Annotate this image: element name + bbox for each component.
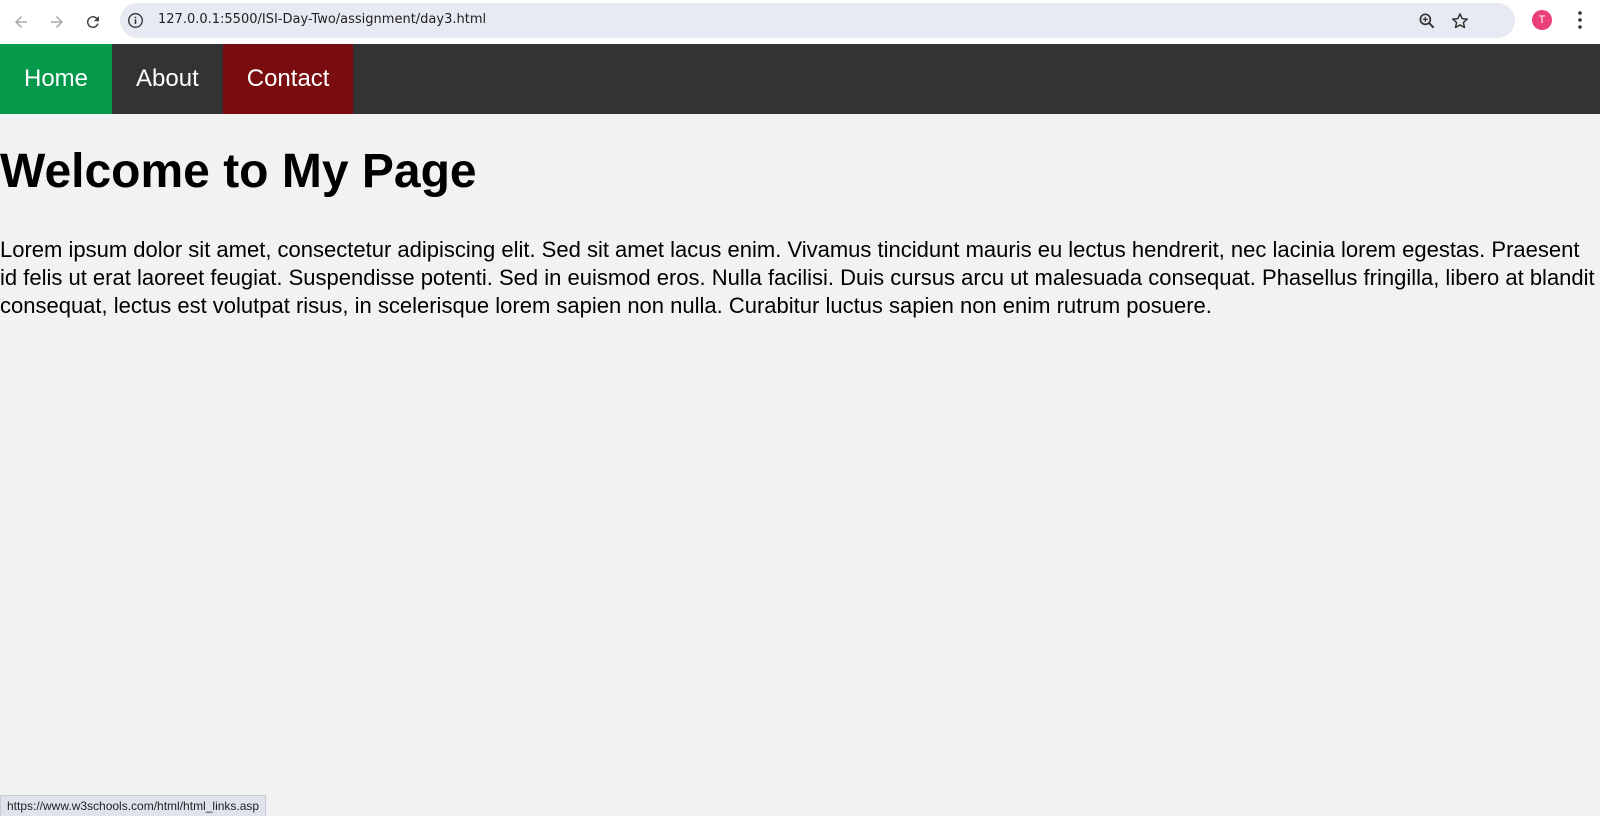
body-paragraph: Lorem ipsum dolor sit amet, consectetur … (0, 237, 1595, 318)
nav-link-about[interactable]: About (112, 44, 223, 114)
bookmark-star-icon[interactable] (1450, 11, 1470, 31)
zoom-icon[interactable] (1417, 11, 1437, 31)
top-navigation: Home About Contact (0, 44, 1600, 114)
address-bar[interactable]: 127.0.0.1:5500/ISI-Day-Two/assignment/da… (120, 3, 1515, 38)
reload-button[interactable] (78, 7, 108, 37)
page-title: Welcome to My Page (0, 145, 477, 198)
nav-link-home[interactable]: Home (0, 44, 113, 114)
profile-avatar[interactable]: T (1532, 10, 1552, 30)
forward-arrow-icon (51, 16, 63, 28)
back-arrow-icon (15, 16, 27, 28)
back-button[interactable] (6, 7, 36, 37)
nav-link-contact[interactable]: Contact (222, 44, 354, 114)
browser-toolbar: 127.0.0.1:5500/ISI-Day-Two/assignment/da… (0, 0, 1600, 44)
reload-icon (86, 16, 99, 29)
link-status-bar: https://www.w3schools.com/html/html_link… (0, 795, 267, 816)
site-info-icon[interactable] (127, 12, 144, 29)
url-text[interactable]: 127.0.0.1:5500/ISI-Day-Two/assignment/da… (158, 12, 486, 27)
more-menu-icon[interactable] (1570, 9, 1590, 31)
main-content: Welcome to My Page Lorem ipsum dolor sit… (0, 114, 1600, 320)
forward-button[interactable] (42, 7, 72, 37)
